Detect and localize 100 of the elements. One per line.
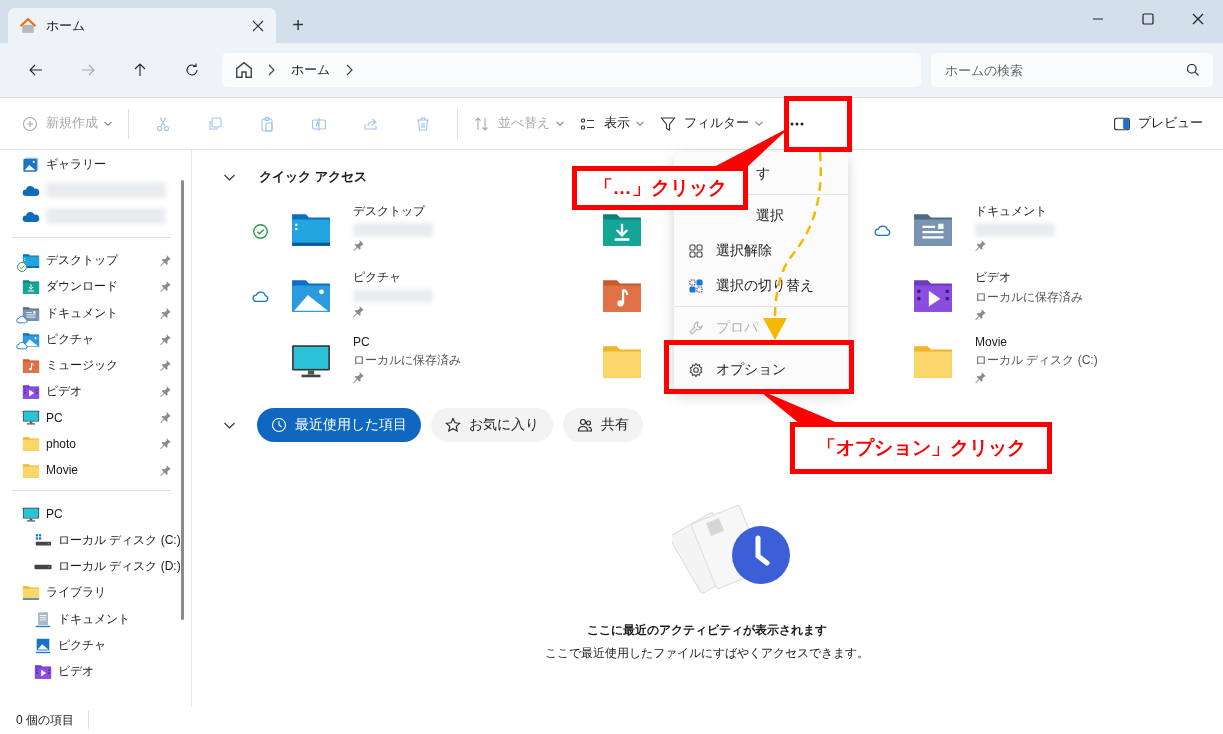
folder-name[interactable]: デスクトップ — [353, 203, 425, 220]
chevron-down-icon[interactable] — [224, 421, 235, 429]
drive-icon — [34, 563, 52, 570]
music-folder-icon — [22, 356, 40, 374]
callout-label: 「オプション」クリック — [790, 422, 1052, 474]
sidebar-item[interactable]: ビデオ — [0, 378, 191, 405]
pictures-folder-icon — [22, 330, 40, 348]
gallery-icon — [22, 155, 40, 173]
deselect-icon — [688, 242, 704, 259]
preview-button[interactable]: プレビュー — [1106, 105, 1211, 142]
folder-name[interactable]: ビデオ — [975, 269, 1011, 286]
close-icon[interactable] — [252, 19, 264, 32]
scissors-icon — [155, 115, 171, 132]
menu-item[interactable]: 選択 — [756, 206, 784, 225]
address-bar[interactable]: ホーム — [222, 53, 921, 87]
sidebar-item[interactable]: ミュージック — [0, 352, 191, 379]
documents-folder-icon — [22, 304, 40, 322]
sidebar-item[interactable]: PC — [0, 404, 191, 431]
sidebar-item[interactable]: デスクトップ — [0, 247, 191, 274]
star-icon — [445, 417, 461, 433]
clock-icon — [271, 417, 287, 433]
sidebar-item[interactable]: ローカル ディスク (D:) — [0, 553, 191, 580]
people-icon — [577, 417, 593, 433]
invert-selection-icon — [688, 277, 704, 294]
close-icon[interactable] — [1192, 12, 1204, 25]
minimize-icon[interactable] — [1092, 17, 1104, 20]
folder-icon — [22, 584, 40, 602]
chevron-down-icon[interactable] — [224, 173, 235, 181]
callout-label: 「…」クリック — [572, 166, 748, 210]
folder-name[interactable]: PC — [353, 335, 370, 349]
menu-item[interactable]: 選択解除 — [688, 241, 772, 260]
list-view-icon — [580, 115, 596, 132]
empty-state-title: ここに最近のアクティビティが表示されます — [587, 622, 827, 639]
tab[interactable]: ホーム — [8, 8, 276, 43]
chevron-right-icon — [346, 64, 353, 76]
pin-icon — [353, 306, 364, 317]
monitor-icon — [290, 342, 332, 380]
pin-icon — [160, 255, 171, 267]
sidebar-item[interactable]: ギャラリー — [0, 151, 191, 178]
filter-chip[interactable]: 共有 — [563, 408, 643, 442]
sidebar-item[interactable]: photo — [0, 430, 191, 458]
pin-icon — [975, 240, 986, 251]
pin-icon — [160, 438, 171, 450]
tab-title: ホーム — [46, 16, 86, 35]
search-field[interactable]: ホームの検索 — [931, 53, 1213, 87]
sidebar-item[interactable]: ライブラリ — [0, 579, 191, 606]
highlight-frame — [784, 96, 852, 152]
breadcrumb[interactable]: ホーム — [291, 61, 330, 79]
sidebar-item[interactable]: ピクチャ — [0, 326, 191, 353]
sort-arrows-icon — [474, 115, 490, 132]
menu-item[interactable]: す — [756, 164, 770, 183]
pin-icon — [160, 359, 171, 371]
download-folder-icon — [22, 278, 40, 296]
trash-icon — [415, 115, 431, 132]
toolbar-button[interactable]: 表示 — [572, 105, 652, 142]
sidebar-item[interactable]: Movie — [0, 457, 191, 484]
pin-icon — [160, 464, 171, 476]
filter-icon — [660, 115, 676, 132]
sidebar-item[interactable]: ピクチャ — [0, 632, 191, 659]
folder-name[interactable]: ピクチャ — [353, 269, 401, 286]
more-icon — [789, 121, 805, 126]
filter-chip[interactable]: お気に入り — [431, 408, 553, 442]
monitor-icon — [22, 409, 40, 427]
empty-state-text: ここで最近使用したファイルにすばやくアクセスできます。 — [545, 645, 869, 662]
house-icon — [20, 17, 36, 34]
folder-name[interactable]: ドキュメント — [975, 203, 1047, 220]
pin-icon — [975, 309, 986, 320]
toolbar-button[interactable]: フィルター — [652, 105, 771, 142]
clipboard-icon — [259, 115, 275, 132]
folder-location: ローカルに保存済み — [353, 352, 461, 369]
sidebar-item[interactable]: ドキュメント — [0, 299, 191, 327]
sidebar-item[interactable]: PC — [0, 501, 191, 528]
folder-icon — [22, 435, 40, 453]
preview-pane-icon — [1114, 115, 1130, 132]
menu-item[interactable]: 選択の切り替え — [688, 276, 814, 295]
scrollbar[interactable] — [181, 180, 184, 620]
sidebar-item[interactable]: ビデオ — [0, 658, 191, 685]
document-icon — [34, 610, 52, 628]
copy-icon — [207, 115, 223, 132]
menu-item[interactable]: オプション — [688, 360, 786, 379]
folder-icon — [22, 461, 40, 479]
wrench-icon — [688, 319, 704, 336]
pin-icon — [160, 281, 171, 293]
videos-folder-icon — [22, 383, 40, 401]
pin-icon — [160, 307, 171, 319]
maximize-icon[interactable] — [1142, 12, 1154, 25]
rename-icon — [311, 115, 327, 132]
filter-chip[interactable]: 最近使用した項目 — [257, 408, 421, 442]
sidebar-item[interactable]: ローカル ディスク (C:) — [0, 527, 191, 554]
folder-name[interactable]: Movie — [975, 335, 1007, 349]
sidebar-item[interactable]: ダウンロード — [0, 273, 191, 300]
videos-folder-icon — [34, 662, 52, 680]
search-icon — [1187, 64, 1199, 76]
item-count: 0 個の項目 — [16, 711, 74, 729]
pin-icon — [160, 333, 171, 345]
new-tab-button[interactable]: + — [276, 8, 320, 43]
chevron-right-icon — [268, 64, 275, 76]
sidebar-item[interactable]: ドキュメント — [0, 606, 191, 633]
settings-icon — [688, 361, 704, 378]
home-icon — [236, 62, 252, 78]
